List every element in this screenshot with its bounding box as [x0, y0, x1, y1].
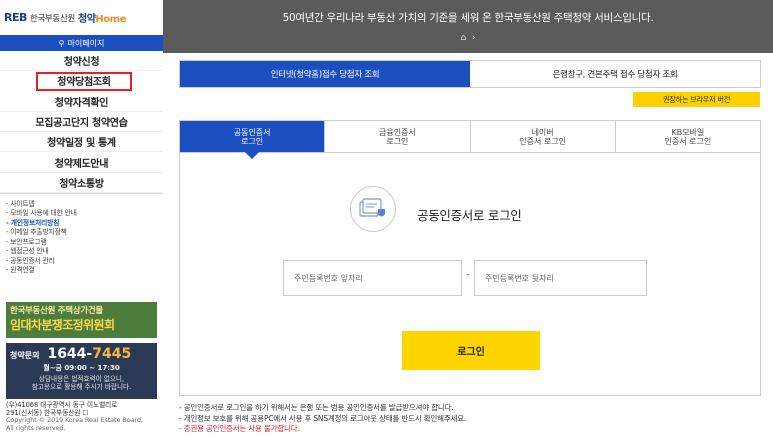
- note-item: - 개인정보 보호를 위해 공용PC에서 사용 후 SNS계정의 로그아웃 상태…: [179, 413, 467, 423]
- login-panel: 공동인증서로 로그인 주민등록번호 앞자리 - 주민등록번호 뒷자리 로그인: [179, 153, 761, 396]
- banner-line1: 한국부동산원 주택상가건물: [10, 306, 103, 316]
- call-center-box: 청약문의 1644-7445 월~금 09:00 ~ 17:30 상담내용은 법…: [6, 343, 157, 399]
- copyright-line1: Copyright © 2019 Korea Real Estate Board…: [6, 417, 143, 424]
- cert-login-tabs: 공동인증서 로그인 금융인증서 로그인 네이버 인증서 로그인 KB모바일 인증…: [179, 120, 761, 159]
- main-content: 인터넷(청약홈)접수 당첨자 조회 은행창구, 견본주택 접수 당첨자 조회 권…: [163, 53, 773, 442]
- mypage-label: 마이페이지: [67, 38, 105, 48]
- sidebar-item-guide[interactable]: 청약제도안내: [0, 152, 163, 173]
- footer-address: (우)41068 대구광역시 동구 이노밸리로 291(신서동) 한국부동산원 …: [6, 401, 160, 433]
- sidebar-item-practice[interactable]: 모집공고단지 청약연습: [0, 112, 163, 133]
- call-hours: 월~금 09:00 ~ 17:30: [43, 364, 120, 372]
- link-cert-manage[interactable]: - 공동인증서 관리: [6, 257, 163, 266]
- sidebar-item-eligibility[interactable]: 청약자격확인: [0, 92, 163, 112]
- page: REB 한국부동산원 청약Home ⚲ 마이페이지 청약신청 청약당첨조회 청약…: [0, 0, 773, 442]
- call-number-suffix: 7445: [92, 346, 132, 362]
- login-button[interactable]: 로그인: [402, 331, 540, 370]
- sidebar: REB 한국부동산원 청약Home ⚲ 마이페이지 청약신청 청약당첨조회 청약…: [0, 0, 163, 442]
- reb-logo-mark: REB: [4, 11, 27, 24]
- login-notes: - 공인인증서로 로그인을 하기 위해서는 은행 또는 범용 공인인증서를 발급…: [179, 403, 466, 435]
- dispute-committee-banner[interactable]: 한국부동산원 주택상가건물 임대차분쟁조정위원회: [6, 302, 157, 338]
- link-security[interactable]: - 보안프로그램: [6, 238, 163, 247]
- user-icon: ⚲: [58, 38, 65, 48]
- certificate-icon: [350, 186, 396, 232]
- tab-internet-lookup[interactable]: 인터넷(청약홈)접수 당첨자 조회: [180, 61, 470, 87]
- call-number: 1644-7445: [47, 346, 131, 362]
- logo-brand-b: Home: [95, 14, 126, 25]
- link-privacy[interactable]: - 개인정보처리방침: [6, 219, 163, 228]
- sidebar-item-apply[interactable]: 청약신청: [0, 51, 163, 72]
- lookup-type-tabs: 인터넷(청약홈)접수 당첨자 조회 은행창구, 견본주택 접수 당첨자 조회: [179, 60, 761, 88]
- link-email-policy[interactable]: - 이메일 추출방지정책: [6, 228, 163, 237]
- logo-brand-a: 청약: [78, 14, 96, 25]
- recommended-browser-button[interactable]: 권장하는 브라우저 버전: [633, 92, 760, 107]
- id-separator: -: [466, 270, 470, 280]
- address-line1: (우)41068 대구광역시 동구 이노밸리로: [6, 401, 118, 409]
- id-back-input[interactable]: 주민등록번호 뒷자리: [474, 260, 647, 296]
- sidebar-menu: 청약신청 청약당첨조회 청약자격확인 모집공고단지 청약연습 청약일정 및 통계…: [0, 51, 163, 195]
- cert-login-title: 공동인증서로 로그인: [417, 208, 522, 223]
- sidebar-item-community[interactable]: 청약소통방: [0, 173, 163, 194]
- sidebar-item-winner-lookup[interactable]: 청약당첨조회: [35, 71, 133, 92]
- sidebar-item-schedule[interactable]: 청약일정 및 통계: [0, 132, 163, 153]
- address-line2: 291(신서동) 한국부동산원 ☐: [6, 409, 89, 417]
- logo-brand: 청약Home: [78, 10, 126, 25]
- sidebar-links: - 사이트맵 - 모바일 사용에 대한 안내 - 개인정보처리방침 - 이메일 …: [0, 194, 163, 275]
- id-front-input[interactable]: 주민등록번호 앞자리: [283, 260, 462, 296]
- note-item-warning: - 증권용 공인인증서는 사용 불가합니다.: [179, 424, 300, 433]
- tab-naver-cert[interactable]: 네이버 인증서 로그인: [469, 121, 615, 152]
- copyright-line2: All rights reserved.: [6, 425, 66, 432]
- header-bar: 50여년간 우리나라 부동산 가치의 기준을 세워 온 한국부동산원 주택청약 …: [163, 0, 773, 53]
- home-icon[interactable]: ⌂: [460, 33, 466, 43]
- link-remote[interactable]: - 원격연결: [6, 266, 163, 275]
- logo[interactable]: REB 한국부동산원 청약Home: [0, 0, 163, 35]
- breadcrumb: ⌂ ›: [163, 33, 773, 43]
- note-item: - 공인인증서로 로그인을 하기 위해서는 은행 또는 범용 공인인증서를 발급…: [179, 403, 454, 412]
- header-message: 50여년간 우리나라 부동산 가치의 기준을 세워 온 한국부동산원 주택청약 …: [282, 12, 654, 24]
- link-accessibility[interactable]: - 웹접근성 안내: [6, 247, 163, 256]
- tab-joint-cert[interactable]: 공동인증서 로그인: [180, 121, 325, 159]
- mypage-button[interactable]: ⚲ 마이페이지: [0, 35, 163, 51]
- call-note: 상담내용은 법적효력이 없으니, 참고용으로 활용해 주시기 바랍니다.: [31, 375, 132, 391]
- call-number-prefix: 1644-: [47, 346, 93, 362]
- tab-kb-cert[interactable]: KB모바일 인증서 로그인: [614, 121, 760, 152]
- link-mobile[interactable]: - 모바일 사용에 대한 안내: [6, 209, 163, 218]
- tab-bank-lookup[interactable]: 은행창구, 견본주택 접수 당첨자 조회: [470, 61, 760, 87]
- tab-financial-cert[interactable]: 금융인증서 로그인: [324, 121, 469, 152]
- logo-agency: 한국부동산원: [29, 13, 75, 24]
- call-title: 청약문의: [10, 351, 40, 360]
- chevron-right-icon: ›: [469, 33, 476, 43]
- banner-line2: 임대차분쟁조정위원회: [10, 318, 115, 332]
